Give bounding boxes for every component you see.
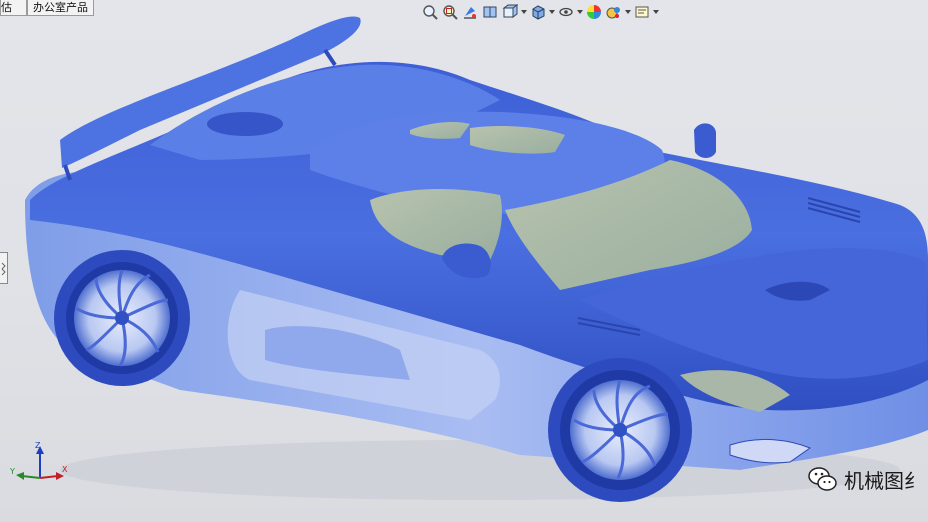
reference-triad: Z X Y [9,441,68,480]
chevron-right-icon [1,262,6,276]
watermark: 机械图纟 [808,462,928,496]
rear-vent [207,112,283,136]
panel-expand-handle[interactable] [0,252,8,284]
view-settings-icon[interactable] [632,2,652,22]
tab-evaluate[interactable]: 估 [0,0,27,16]
front-wheel[interactable] [548,358,692,502]
tab-office-products[interactable]: 办公室产品 [27,0,94,16]
previous-view-icon[interactable] [460,2,480,22]
chevron-down-icon[interactable] [520,2,528,22]
triad-x-label: X [62,465,68,474]
triad-z-label: Z [35,441,41,450]
side-mirror-right[interactable] [694,123,716,158]
zoom-to-fit-icon[interactable] [420,2,440,22]
hide-show-items-icon[interactable] [556,2,576,22]
model-viewport[interactable] [0,0,928,522]
rear-wing-strut-right [323,48,337,67]
zoom-to-area-icon[interactable] [440,2,460,22]
chevron-down-icon[interactable] [548,2,556,22]
chevron-down-icon[interactable] [652,2,660,22]
watermark-text: 机械图纟 [844,468,924,493]
heads-up-view-toolbar [420,0,660,24]
rear-wheel[interactable] [54,250,190,386]
view-orientation-icon[interactable] [500,2,520,22]
wechat-logo-icon [808,467,837,491]
apply-scene-icon[interactable] [604,2,624,22]
display-style-icon[interactable] [528,2,548,22]
triad-y-label: Y [9,467,15,476]
document-tabs: 估 办公室产品 [0,0,94,16]
edit-appearance-icon[interactable] [584,2,604,22]
chevron-down-icon[interactable] [624,2,632,22]
section-view-icon[interactable] [480,2,500,22]
chevron-down-icon[interactable] [576,2,584,22]
